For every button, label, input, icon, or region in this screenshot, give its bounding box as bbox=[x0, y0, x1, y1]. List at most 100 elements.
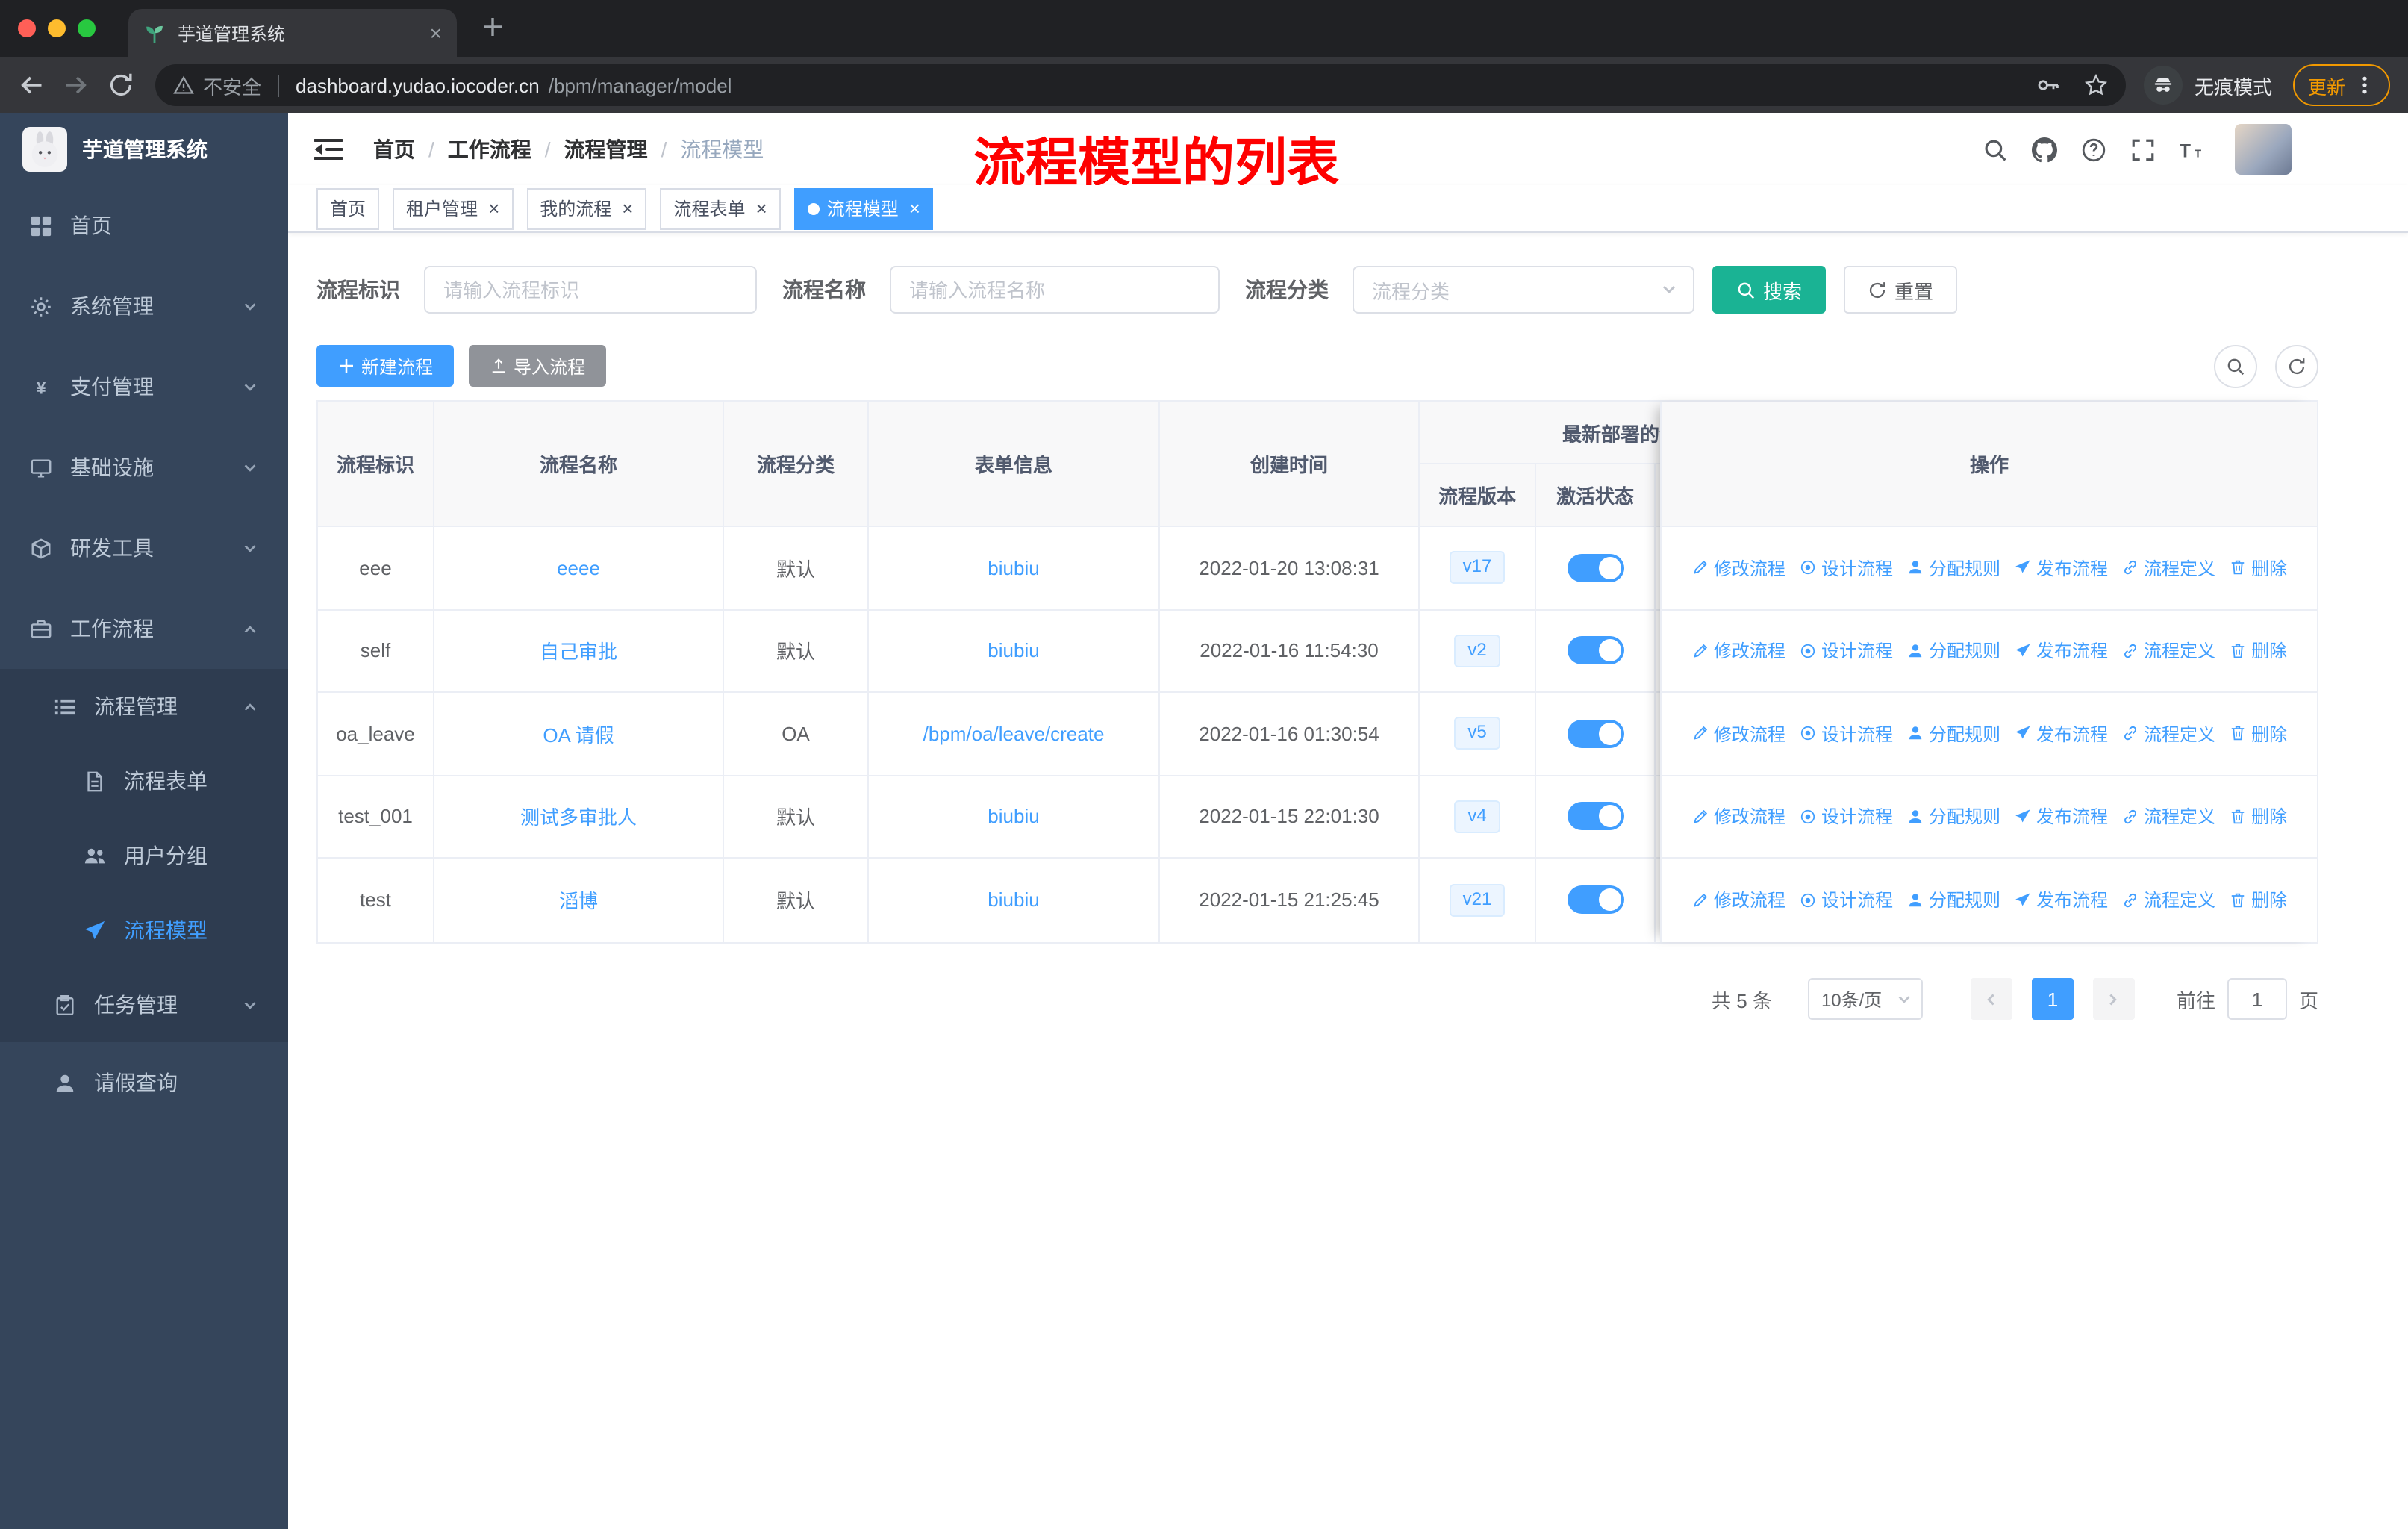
sidebar-item-task-management[interactable]: 任务管理 bbox=[0, 968, 288, 1042]
assign-rule-button[interactable]: 分配规则 bbox=[1906, 555, 2000, 581]
active-toggle[interactable] bbox=[1567, 719, 1623, 748]
close-icon[interactable]: × bbox=[909, 199, 920, 218]
design-process-button[interactable]: 设计流程 bbox=[1799, 888, 1893, 913]
breadcrumb-item[interactable]: 工作流程 bbox=[448, 134, 531, 164]
model-name-link[interactable]: 自己审批 bbox=[540, 637, 617, 665]
minimize-window-button[interactable] bbox=[48, 19, 66, 37]
tab-close-icon[interactable]: × bbox=[430, 22, 442, 43]
process-definition-button[interactable]: 流程定义 bbox=[2121, 638, 2215, 664]
form-info-link[interactable]: biubiu bbox=[988, 806, 1039, 828]
publish-process-button[interactable]: 发布流程 bbox=[2014, 555, 2108, 581]
process-definition-button[interactable]: 流程定义 bbox=[2121, 804, 2215, 829]
process-definition-button[interactable]: 流程定义 bbox=[2121, 721, 2215, 747]
address-bar[interactable]: 不安全 dashboard.yudao.iocoder.cn/bpm/manag… bbox=[155, 64, 2126, 106]
close-icon[interactable]: × bbox=[756, 199, 767, 218]
reset-button[interactable]: 重置 bbox=[1844, 266, 1958, 314]
sidebar-item-dev-tools[interactable]: 研发工具 bbox=[0, 508, 288, 588]
prev-page-button[interactable] bbox=[1970, 978, 2012, 1020]
model-name-link[interactable]: OA 请假 bbox=[543, 720, 614, 748]
page-size-select[interactable]: 10条/页 bbox=[1807, 978, 1923, 1020]
delete-button[interactable]: 删除 bbox=[2229, 804, 2287, 829]
import-process-button[interactable]: 导入流程 bbox=[469, 345, 607, 387]
password-key-icon[interactable] bbox=[2036, 73, 2060, 97]
form-info-link[interactable]: /bpm/oa/leave/create bbox=[923, 723, 1105, 745]
process-key-input[interactable] bbox=[424, 266, 757, 314]
process-category-select[interactable]: 流程分类 bbox=[1353, 266, 1694, 314]
assign-rule-button[interactable]: 分配规则 bbox=[1906, 638, 2000, 664]
modify-process-button[interactable]: 修改流程 bbox=[1691, 804, 1785, 829]
design-process-button[interactable]: 设计流程 bbox=[1799, 721, 1893, 747]
model-name-link[interactable]: 滔博 bbox=[559, 886, 598, 915]
active-toggle[interactable] bbox=[1567, 802, 1623, 831]
forward-button[interactable] bbox=[63, 72, 90, 99]
sidebar-item-process-model[interactable]: 流程模型 bbox=[0, 893, 288, 968]
reload-button[interactable] bbox=[107, 72, 134, 99]
browser-tab[interactable]: 芋道管理系统 × bbox=[128, 9, 457, 57]
sidebar-item-process-form[interactable]: 流程表单 bbox=[0, 744, 288, 818]
active-toggle[interactable] bbox=[1567, 885, 1623, 915]
assign-rule-button[interactable]: 分配规则 bbox=[1906, 804, 2000, 829]
update-button[interactable]: 更新 bbox=[2292, 64, 2390, 106]
close-window-button[interactable] bbox=[18, 19, 36, 37]
tag-process-form[interactable]: 流程表单 × bbox=[660, 187, 781, 229]
design-process-button[interactable]: 设计流程 bbox=[1799, 638, 1893, 664]
active-toggle[interactable] bbox=[1567, 636, 1623, 665]
design-process-button[interactable]: 设计流程 bbox=[1799, 804, 1893, 829]
github-link[interactable] bbox=[2032, 137, 2057, 162]
model-name-link[interactable]: 测试多审批人 bbox=[520, 803, 637, 831]
modify-process-button[interactable]: 修改流程 bbox=[1691, 555, 1785, 581]
publish-process-button[interactable]: 发布流程 bbox=[2014, 721, 2108, 747]
assign-rule-button[interactable]: 分配规则 bbox=[1906, 721, 2000, 747]
design-process-button[interactable]: 设计流程 bbox=[1799, 555, 1893, 581]
zoom-window-button[interactable] bbox=[78, 19, 96, 37]
delete-button[interactable]: 删除 bbox=[2229, 555, 2287, 581]
form-info-link[interactable]: biubiu bbox=[988, 640, 1039, 662]
delete-button[interactable]: 删除 bbox=[2229, 721, 2287, 747]
user-avatar[interactable] bbox=[2235, 124, 2292, 175]
modify-process-button[interactable]: 修改流程 bbox=[1691, 721, 1785, 747]
tag-my-process[interactable]: 我的流程 × bbox=[526, 187, 647, 229]
sidebar-item-user-group[interactable]: 用户分组 bbox=[0, 818, 288, 893]
search-button[interactable]: 搜索 bbox=[1712, 266, 1827, 314]
refresh-table-button[interactable] bbox=[2275, 344, 2318, 387]
fullscreen-button[interactable] bbox=[2130, 137, 2156, 162]
model-name-link[interactable]: eeee bbox=[557, 557, 600, 579]
next-page-button[interactable] bbox=[2092, 978, 2135, 1020]
modify-process-button[interactable]: 修改流程 bbox=[1691, 888, 1785, 913]
close-icon[interactable]: × bbox=[488, 199, 499, 218]
close-icon[interactable]: × bbox=[622, 199, 633, 218]
modify-process-button[interactable]: 修改流程 bbox=[1691, 638, 1785, 664]
new-tab-button[interactable] bbox=[481, 15, 508, 42]
toggle-search-button[interactable] bbox=[2214, 344, 2257, 387]
process-definition-button[interactable]: 流程定义 bbox=[2121, 555, 2215, 581]
browser-menu-icon[interactable] bbox=[2354, 75, 2375, 96]
tag-tenant-management[interactable]: 租户管理 × bbox=[393, 187, 514, 229]
breadcrumb-item[interactable]: 首页 bbox=[373, 134, 415, 164]
process-name-input[interactable] bbox=[890, 266, 1220, 314]
sidebar-item-home[interactable]: 首页 bbox=[0, 185, 288, 266]
assign-rule-button[interactable]: 分配规则 bbox=[1906, 888, 2000, 913]
process-definition-button[interactable]: 流程定义 bbox=[2121, 888, 2215, 913]
sidebar-item-leave-query[interactable]: 请假查询 bbox=[0, 1042, 288, 1123]
sidebar-item-infrastructure[interactable]: 基础设施 bbox=[0, 427, 288, 508]
publish-process-button[interactable]: 发布流程 bbox=[2014, 804, 2108, 829]
tag-home[interactable]: 首页 bbox=[316, 187, 380, 229]
goto-page-input[interactable] bbox=[2227, 978, 2287, 1020]
publish-process-button[interactable]: 发布流程 bbox=[2014, 638, 2108, 664]
publish-process-button[interactable]: 发布流程 bbox=[2014, 888, 2108, 913]
create-process-button[interactable]: 新建流程 bbox=[316, 345, 455, 387]
header-search-button[interactable] bbox=[1983, 137, 2008, 162]
form-info-link[interactable]: biubiu bbox=[988, 557, 1039, 579]
active-toggle[interactable] bbox=[1567, 553, 1623, 582]
form-info-link[interactable]: biubiu bbox=[988, 889, 1039, 912]
breadcrumb-item[interactable]: 流程管理 bbox=[564, 134, 648, 164]
delete-button[interactable]: 删除 bbox=[2229, 888, 2287, 913]
delete-button[interactable]: 删除 bbox=[2229, 638, 2287, 664]
sidebar-fold-button[interactable] bbox=[314, 137, 343, 161]
font-size-button[interactable]: TT bbox=[2180, 137, 2205, 162]
sidebar-item-workflow[interactable]: 工作流程 bbox=[0, 588, 288, 669]
help-button[interactable] bbox=[2081, 137, 2106, 162]
sidebar-item-payment-management[interactable]: ¥ 支付管理 bbox=[0, 346, 288, 427]
sidebar-item-system-management[interactable]: 系统管理 bbox=[0, 266, 288, 346]
back-button[interactable] bbox=[18, 72, 45, 99]
